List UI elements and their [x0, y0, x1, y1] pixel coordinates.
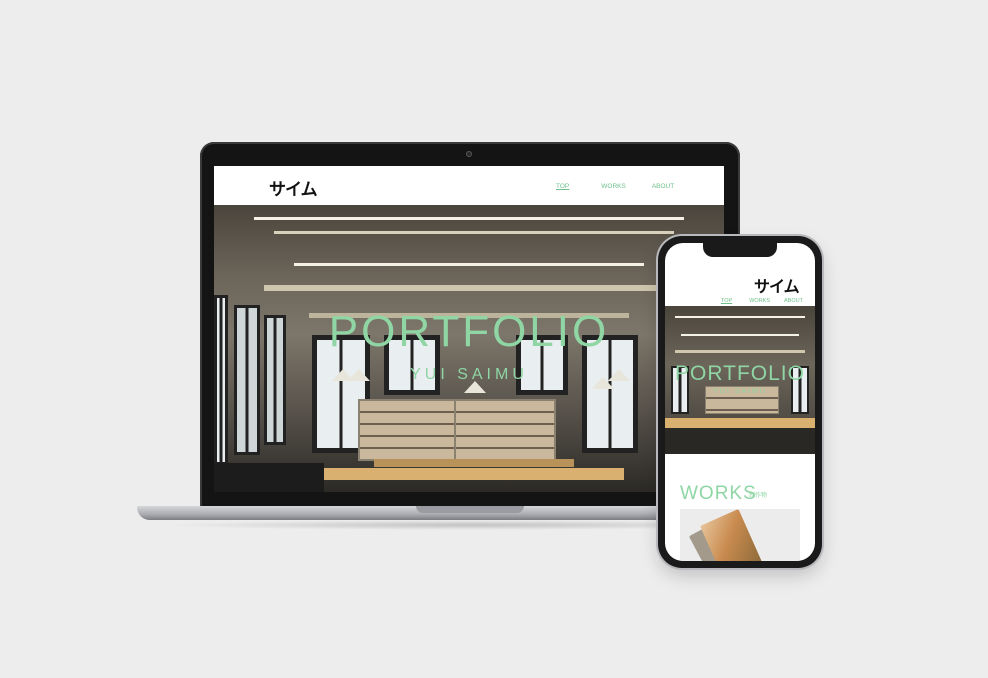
table — [374, 459, 574, 467]
site-header: サイム TOP WORKS ABOUT — [214, 166, 724, 205]
ceiling-beam — [274, 231, 674, 234]
ceiling-light — [294, 263, 644, 266]
phone-notch — [703, 243, 777, 257]
nav-works[interactable]: WORKS — [749, 298, 770, 304]
main-nav: TOP WORKS ABOUT — [556, 183, 674, 190]
camera-icon — [466, 151, 472, 157]
phone: サイム TOP WORKS ABOUT PORTFOLIO YUI SAIMU … — [658, 236, 822, 568]
site-logo[interactable]: サイム — [269, 175, 318, 200]
hero-title: PORTFOLIO — [328, 307, 610, 356]
nav-works[interactable]: WORKS — [601, 183, 626, 190]
ceiling-beam — [264, 285, 674, 291]
hero-section: PORTFOLIO YUI SAIMU — [214, 205, 724, 492]
works-heading: WORKS — [680, 483, 757, 504]
works-card[interactable] — [680, 508, 800, 561]
laptop-opening-notch — [416, 506, 524, 513]
nav-about[interactable]: ABOUT — [784, 298, 803, 304]
nav-top[interactable]: TOP — [721, 298, 732, 304]
site-logo[interactable]: サイム — [754, 273, 800, 297]
hero-section: PORTFOLIO YUI SAIMU — [665, 306, 815, 454]
main-nav: TOP WORKS ABOUT — [721, 298, 803, 304]
bookshelf — [454, 399, 556, 461]
phone-screen: サイム TOP WORKS ABOUT PORTFOLIO YUI SAIMU … — [665, 243, 815, 561]
works-subheading: 制作物 — [749, 493, 768, 499]
nav-about[interactable]: ABOUT — [652, 183, 674, 190]
ceiling-beam — [675, 350, 805, 353]
table — [665, 418, 815, 428]
nav-top[interactable]: TOP — [556, 183, 569, 190]
sofa — [214, 463, 324, 492]
ceiling-light — [681, 334, 799, 336]
bookshelf — [358, 399, 456, 461]
ceiling-light — [254, 217, 684, 220]
ceiling-light — [675, 316, 805, 318]
table — [324, 468, 624, 480]
table-shadow — [665, 428, 815, 454]
laptop-screen: サイム TOP WORKS ABOUT PORTFOLIO YUI SAIMU — [214, 166, 724, 492]
hero-subtitle: YUI SAIMU — [410, 366, 528, 383]
hero-subtitle: YUI SAIMU — [713, 388, 767, 395]
hero-title: PORTFOLIO — [675, 362, 805, 385]
